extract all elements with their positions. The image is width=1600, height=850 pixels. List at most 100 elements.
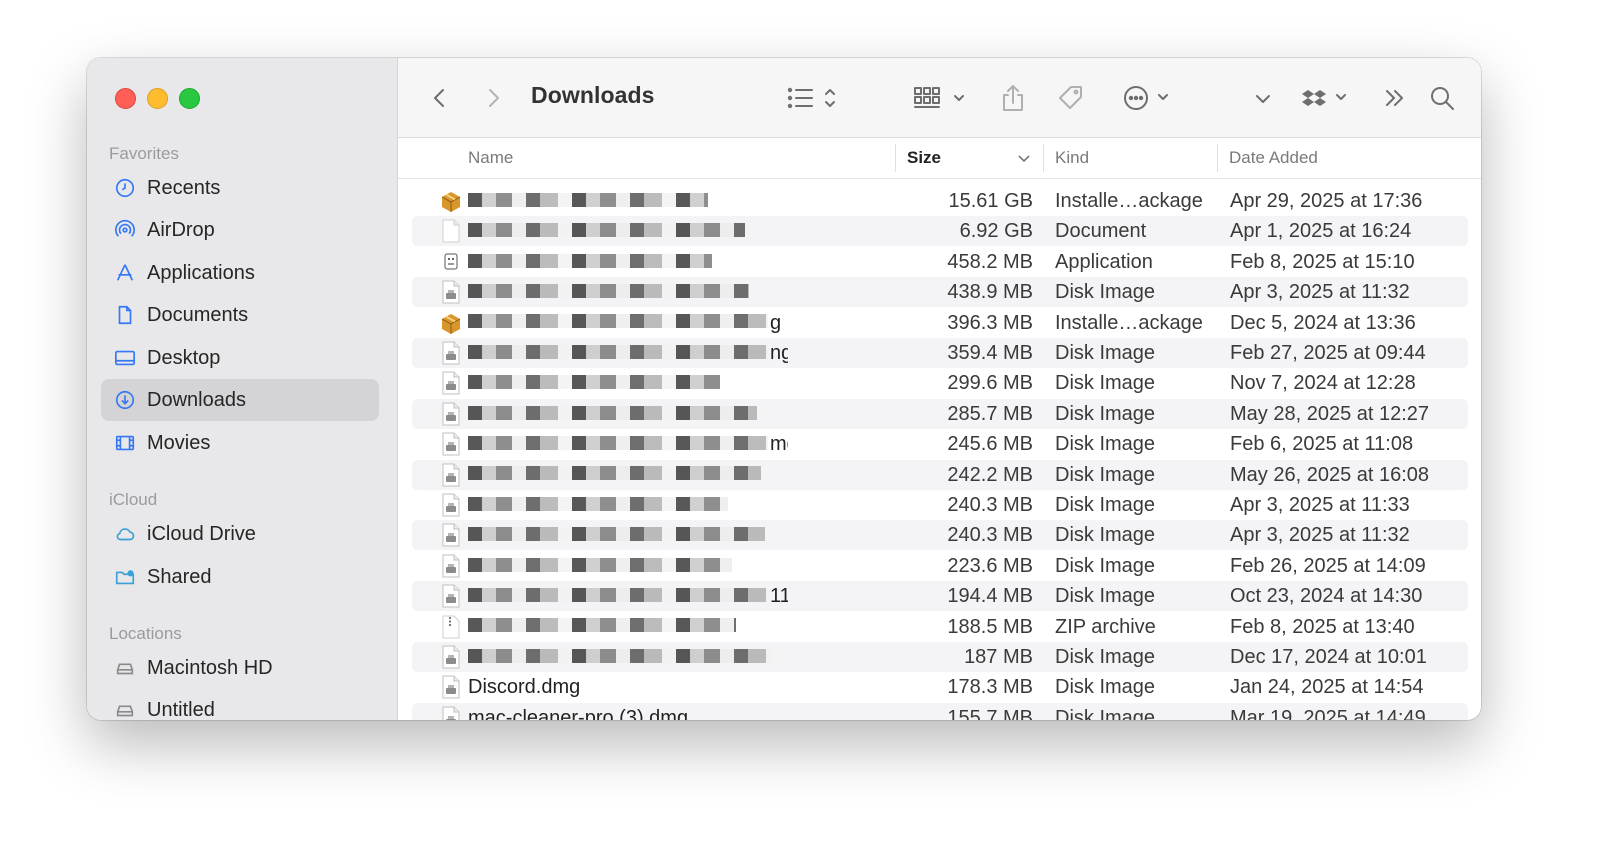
file-name <box>468 464 788 488</box>
disk-image-icon <box>440 280 462 304</box>
sidebar-item-airdrop[interactable]: AirDrop <box>101 209 379 251</box>
toolbar-overflow-button[interactable] <box>1382 80 1408 116</box>
more-menu-button[interactable] <box>1253 80 1273 116</box>
sidebar-item-label: Downloads <box>147 388 246 411</box>
package-icon <box>440 311 462 335</box>
file-name-suffix: g <box>770 311 782 334</box>
file-kind: Installe…ackage <box>1055 190 1203 212</box>
file-size: 188.5 MB <box>947 615 1033 638</box>
column-divider <box>895 144 896 172</box>
sidebar-item-shared[interactable]: Shared <box>101 556 379 598</box>
zip-icon <box>440 615 462 639</box>
disk-image-icon <box>440 463 462 487</box>
sidebar-item-recents[interactable]: Recents <box>101 167 379 209</box>
column-name[interactable]: Name <box>468 138 513 178</box>
sidebar-item-movies[interactable]: Movies <box>101 422 379 464</box>
document-icon <box>113 303 137 327</box>
sidebar-item-label: Shared <box>147 565 212 588</box>
disk-image-icon <box>440 402 462 426</box>
file-size: 359.4 MB <box>947 342 1033 364</box>
list-view-icon <box>787 87 835 109</box>
airdrop-icon <box>113 218 137 242</box>
file-date-added: Dec 5, 2024 at 13:36 <box>1230 311 1416 334</box>
file-row[interactable]: Discord.dmg 178.3 MB Disk Image Jan 24, 202… <box>412 672 1468 702</box>
group-button[interactable] <box>913 80 973 116</box>
file-kind: Disk Image <box>1055 524 1156 547</box>
file-date-added: Feb 8, 2025 at 15:10 <box>1230 250 1415 273</box>
file-date-added: Oct 23, 2024 at 14:30 <box>1230 585 1423 608</box>
sidebar-item-icloud-drive[interactable]: iCloud Drive <box>101 513 379 555</box>
sidebar-item-downloads[interactable]: Downloads <box>101 379 379 421</box>
close-button[interactable] <box>115 88 136 109</box>
column-date-added[interactable]: Date Added <box>1229 138 1318 178</box>
file-row[interactable]: 223.6 MB Disk Image Feb 26, 2025 at 14:09 <box>412 551 1468 581</box>
forward-button[interactable] <box>481 80 505 116</box>
file-row[interactable]: g 396.3 MB Installe…ackage Dec 5, 2024 at 1… <box>412 308 1468 338</box>
file-name <box>468 524 788 548</box>
column-kind[interactable]: Kind <box>1055 138 1089 178</box>
file-row[interactable]: 240.3 MB Disk Image Apr 3, 2025 at 11:32 <box>412 520 1468 551</box>
chevron-right-icon <box>489 89 499 107</box>
share-button[interactable] <box>1000 80 1026 116</box>
file-size: 15.61 GB <box>948 190 1033 212</box>
file-row[interactable]: 240.3 MB Disk Image Apr 3, 2025 at 11:33 <box>412 490 1468 520</box>
file-row[interactable]: 242.2 MB Disk Image May 26, 2025 at 16:08 <box>412 459 1468 490</box>
search-icon <box>1431 87 1454 110</box>
sidebar-item-documents[interactable]: Documents <box>101 294 379 336</box>
sidebar-item-label: AirDrop <box>147 218 215 241</box>
file-row[interactable]: 458.2 MB Application Feb 8, 2025 at 15:10 <box>412 247 1468 277</box>
redacted-filename <box>468 557 732 572</box>
file-size: 194.4 MB <box>947 585 1033 608</box>
action-button[interactable] <box>1122 80 1178 116</box>
file-kind: ZIP archive <box>1055 615 1156 638</box>
file-row[interactable]: mg 245.6 MB Disk Image Feb 6, 2025 at 11:08 <box>412 429 1468 459</box>
file-row[interactable]: 15.61 GB Installe…ackage Apr 29, 2025 at 1… <box>412 186 1468 216</box>
file-name-suffix: mg <box>770 433 788 456</box>
file-date-added: May 26, 2025 at 16:08 <box>1230 463 1430 486</box>
file-row[interactable]: 188.5 MB ZIP archive Feb 8, 2025 at 13:40 <box>412 612 1468 642</box>
file-name: mg <box>468 433 788 457</box>
column-divider <box>1217 144 1218 172</box>
file-date-added: Feb 8, 2025 at 13:40 <box>1230 615 1415 638</box>
cloud-icon <box>113 522 137 546</box>
file-row[interactable]: mac-cleaner-pro (3).dmg 155.7 MB Disk Imag… <box>412 702 1468 720</box>
dropbox-button[interactable] <box>1301 80 1353 116</box>
file-row[interactable]: 6.92 GB Document Apr 1, 2025 at 16:24 <box>412 216 1468 247</box>
sidebar-item-applications[interactable]: Applications <box>101 252 379 294</box>
sidebar-item-desktop[interactable]: Desktop <box>101 337 379 379</box>
file-date-added: Mar 19, 2025 at 14:49 <box>1230 706 1426 720</box>
sort-chevron-icon[interactable] <box>1016 138 1032 178</box>
file-size: 245.6 MB <box>947 433 1033 456</box>
redacted-filename <box>468 496 728 511</box>
file-row[interactable]: 285.7 MB Disk Image May 28, 2025 at 12:27 <box>412 398 1468 429</box>
file-kind: Application <box>1055 250 1153 273</box>
clock-icon <box>113 176 137 200</box>
file-row[interactable]: ng 359.4 MB Disk Image Feb 27, 2025 at 09:4… <box>412 338 1468 368</box>
minimize-button[interactable] <box>147 88 168 109</box>
file-row[interactable]: 187 MB Disk Image Dec 17, 2024 at 10:01 <box>412 642 1468 672</box>
file-size: 438.9 MB <box>947 281 1033 304</box>
file-date-added: Nov 7, 2024 at 12:28 <box>1230 372 1416 395</box>
file-row[interactable]: 299.6 MB Disk Image Nov 7, 2024 at 12:28 <box>412 368 1468 398</box>
sidebar-item-label: Movies <box>147 431 211 454</box>
finder-window: Favorites Recents AirDrop Applications D… <box>87 58 1481 720</box>
search-button[interactable] <box>1428 80 1456 116</box>
tags-button[interactable] <box>1056 80 1086 116</box>
tag-icon <box>1059 86 1082 109</box>
file-kind: Disk Image <box>1055 554 1156 577</box>
redacted-filename <box>468 344 768 359</box>
sidebar-item-untitled[interactable]: Untitled <box>101 689 379 720</box>
sidebar-item-label: Desktop <box>147 346 221 369</box>
column-size-label: Size <box>907 148 942 167</box>
file-name-suffix: ng <box>770 342 788 364</box>
chevron-left-icon <box>434 89 444 107</box>
file-row[interactable]: 438.9 MB Disk Image Apr 3, 2025 at 11:32 <box>412 277 1468 308</box>
column-size[interactable]: Size <box>907 138 941 178</box>
zoom-button[interactable] <box>179 88 200 109</box>
sidebar-item-macintosh-hd[interactable]: Macintosh HD <box>101 647 379 689</box>
view-options-button[interactable] <box>786 80 846 116</box>
file-name <box>468 190 788 214</box>
back-button[interactable] <box>428 80 452 116</box>
disk-image-icon <box>440 706 462 720</box>
file-row[interactable]: 117).dmg 194.4 MB Disk Image Oct 23, 2024 a… <box>412 581 1468 612</box>
